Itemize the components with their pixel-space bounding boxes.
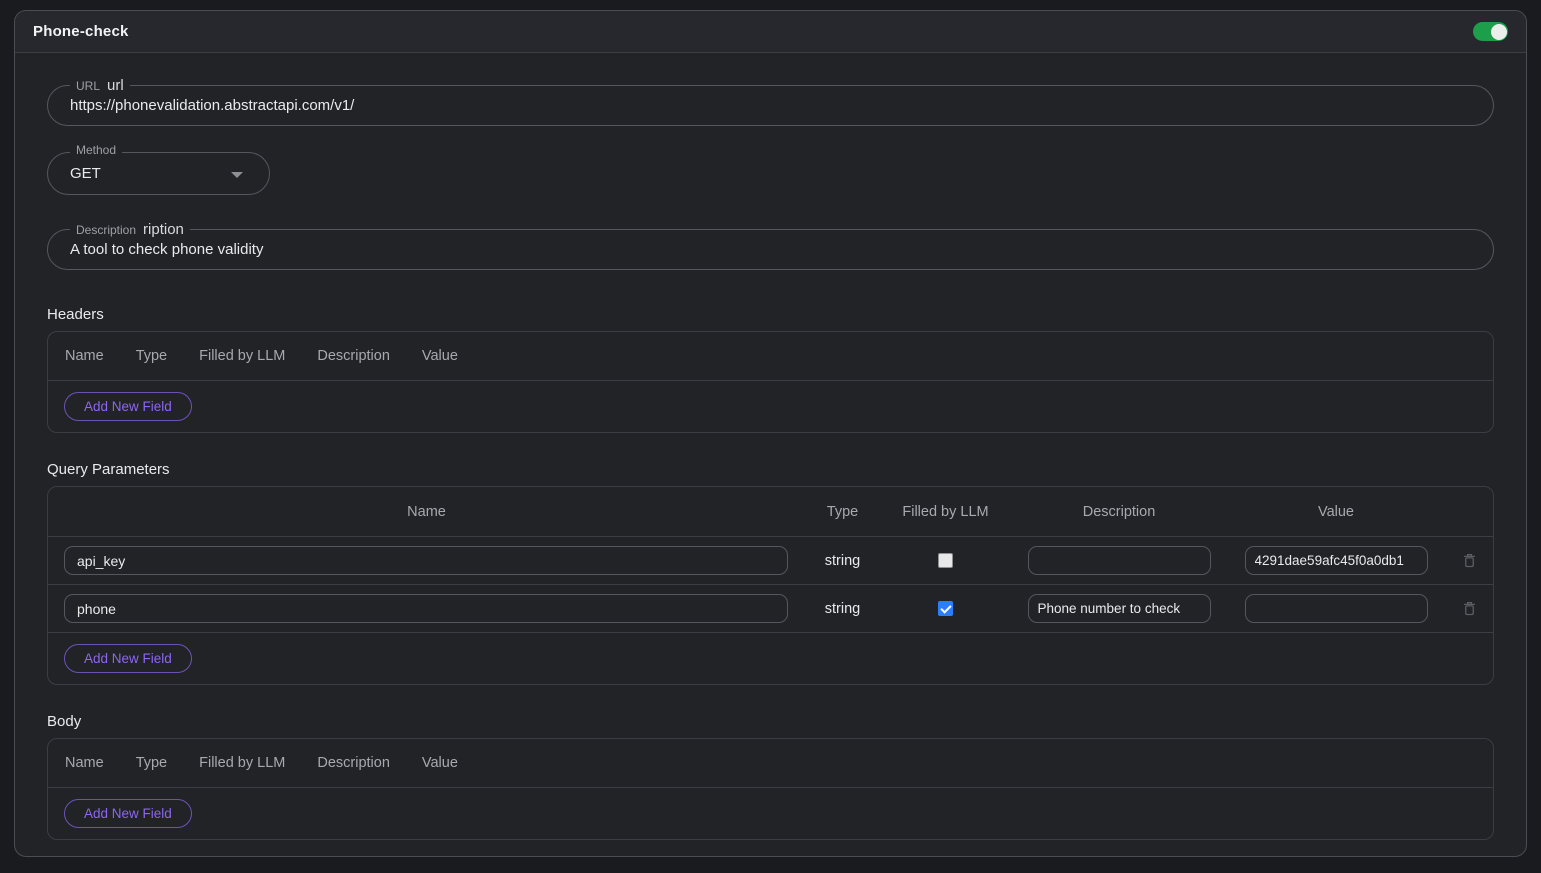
- col-filled-by-llm: Filled by LLM: [880, 504, 1011, 520]
- col-filled-by-llm: Filled by LLM: [199, 348, 285, 364]
- col-description: Description: [1011, 504, 1227, 520]
- headers-table: Name Type Filled by LLM Description Valu…: [47, 331, 1494, 433]
- param-name-input[interactable]: [64, 594, 788, 623]
- param-value-input[interactable]: [1245, 594, 1428, 623]
- panel-title: Phone-check: [33, 23, 129, 40]
- query-parameters-add-new-field-button[interactable]: Add New Field: [64, 644, 192, 673]
- col-filled-by-llm: Filled by LLM: [199, 755, 285, 771]
- query-param-row: string: [48, 585, 1493, 633]
- param-type-text: string: [825, 553, 860, 569]
- body-section-title: Body: [47, 713, 1494, 730]
- col-description: Description: [317, 755, 390, 771]
- query-parameters-table-footer: Add New Field: [48, 633, 1493, 684]
- url-field: URL url: [47, 85, 1494, 126]
- param-description-cell: [1011, 546, 1227, 575]
- param-description-cell: [1011, 594, 1227, 623]
- panel-header: Phone-check: [15, 11, 1526, 53]
- body-table-footer: Add New Field: [48, 788, 1493, 839]
- headers-table-header: Name Type Filled by LLM Description Valu…: [48, 332, 1493, 381]
- method-select[interactable]: Method GET: [47, 152, 270, 195]
- filled-by-llm-checkbox[interactable]: [938, 553, 953, 568]
- col-type: Type: [805, 504, 880, 520]
- col-type: Type: [136, 348, 167, 364]
- param-name-cell: [48, 546, 805, 575]
- param-delete-cell: [1445, 600, 1493, 617]
- panel-body: URL url Method GET Description ription H…: [15, 85, 1526, 873]
- query-parameters-table: Name Type Filled by LLM Description Valu…: [47, 486, 1494, 685]
- col-value: Value: [422, 348, 458, 364]
- body-add-new-field-button[interactable]: Add New Field: [64, 799, 192, 828]
- param-name-input[interactable]: [64, 546, 788, 575]
- param-type-text: string: [825, 601, 860, 617]
- col-description: Description: [317, 348, 390, 364]
- param-value-input[interactable]: [1245, 546, 1428, 575]
- method-selected-value: GET: [70, 165, 101, 182]
- body-table: Name Type Filled by LLM Description Valu…: [47, 738, 1494, 840]
- query-parameters-rows: string string: [48, 537, 1493, 633]
- param-filled-cell: [880, 601, 1011, 616]
- description-input[interactable]: [48, 230, 1493, 269]
- query-param-row: string: [48, 537, 1493, 585]
- param-type-cell: string: [805, 601, 880, 617]
- body-table-header: Name Type Filled by LLM Description Valu…: [48, 739, 1493, 788]
- toggle-knob: [1491, 24, 1507, 40]
- trash-icon[interactable]: [1462, 600, 1477, 617]
- query-parameters-section-title: Query Parameters: [47, 461, 1494, 478]
- chevron-down-icon: [231, 172, 243, 178]
- description-field: Description ription: [47, 229, 1494, 270]
- col-value: Value: [1227, 504, 1445, 520]
- col-name: Name: [65, 755, 104, 771]
- param-delete-cell: [1445, 552, 1493, 569]
- filled-by-llm-checkbox[interactable]: [938, 601, 953, 616]
- param-filled-cell: [880, 553, 1011, 568]
- tool-config-panel: Phone-check URL url Method GET Descripti…: [14, 10, 1527, 857]
- col-value: Value: [422, 755, 458, 771]
- method-field-label: Method: [70, 143, 122, 159]
- param-value-cell: [1227, 546, 1445, 575]
- col-name: Name: [48, 504, 805, 520]
- param-value-cell: [1227, 594, 1445, 623]
- tool-enabled-toggle[interactable]: [1473, 22, 1508, 41]
- param-type-cell: string: [805, 553, 880, 569]
- headers-add-new-field-button[interactable]: Add New Field: [64, 392, 192, 421]
- trash-icon[interactable]: [1462, 552, 1477, 569]
- col-type: Type: [136, 755, 167, 771]
- headers-section-title: Headers: [47, 306, 1494, 323]
- param-description-input[interactable]: [1028, 546, 1211, 575]
- query-parameters-table-header: Name Type Filled by LLM Description Valu…: [48, 487, 1493, 537]
- param-name-cell: [48, 594, 805, 623]
- col-name: Name: [65, 348, 104, 364]
- param-description-input[interactable]: [1028, 594, 1211, 623]
- url-input[interactable]: [48, 86, 1493, 125]
- headers-table-footer: Add New Field: [48, 381, 1493, 432]
